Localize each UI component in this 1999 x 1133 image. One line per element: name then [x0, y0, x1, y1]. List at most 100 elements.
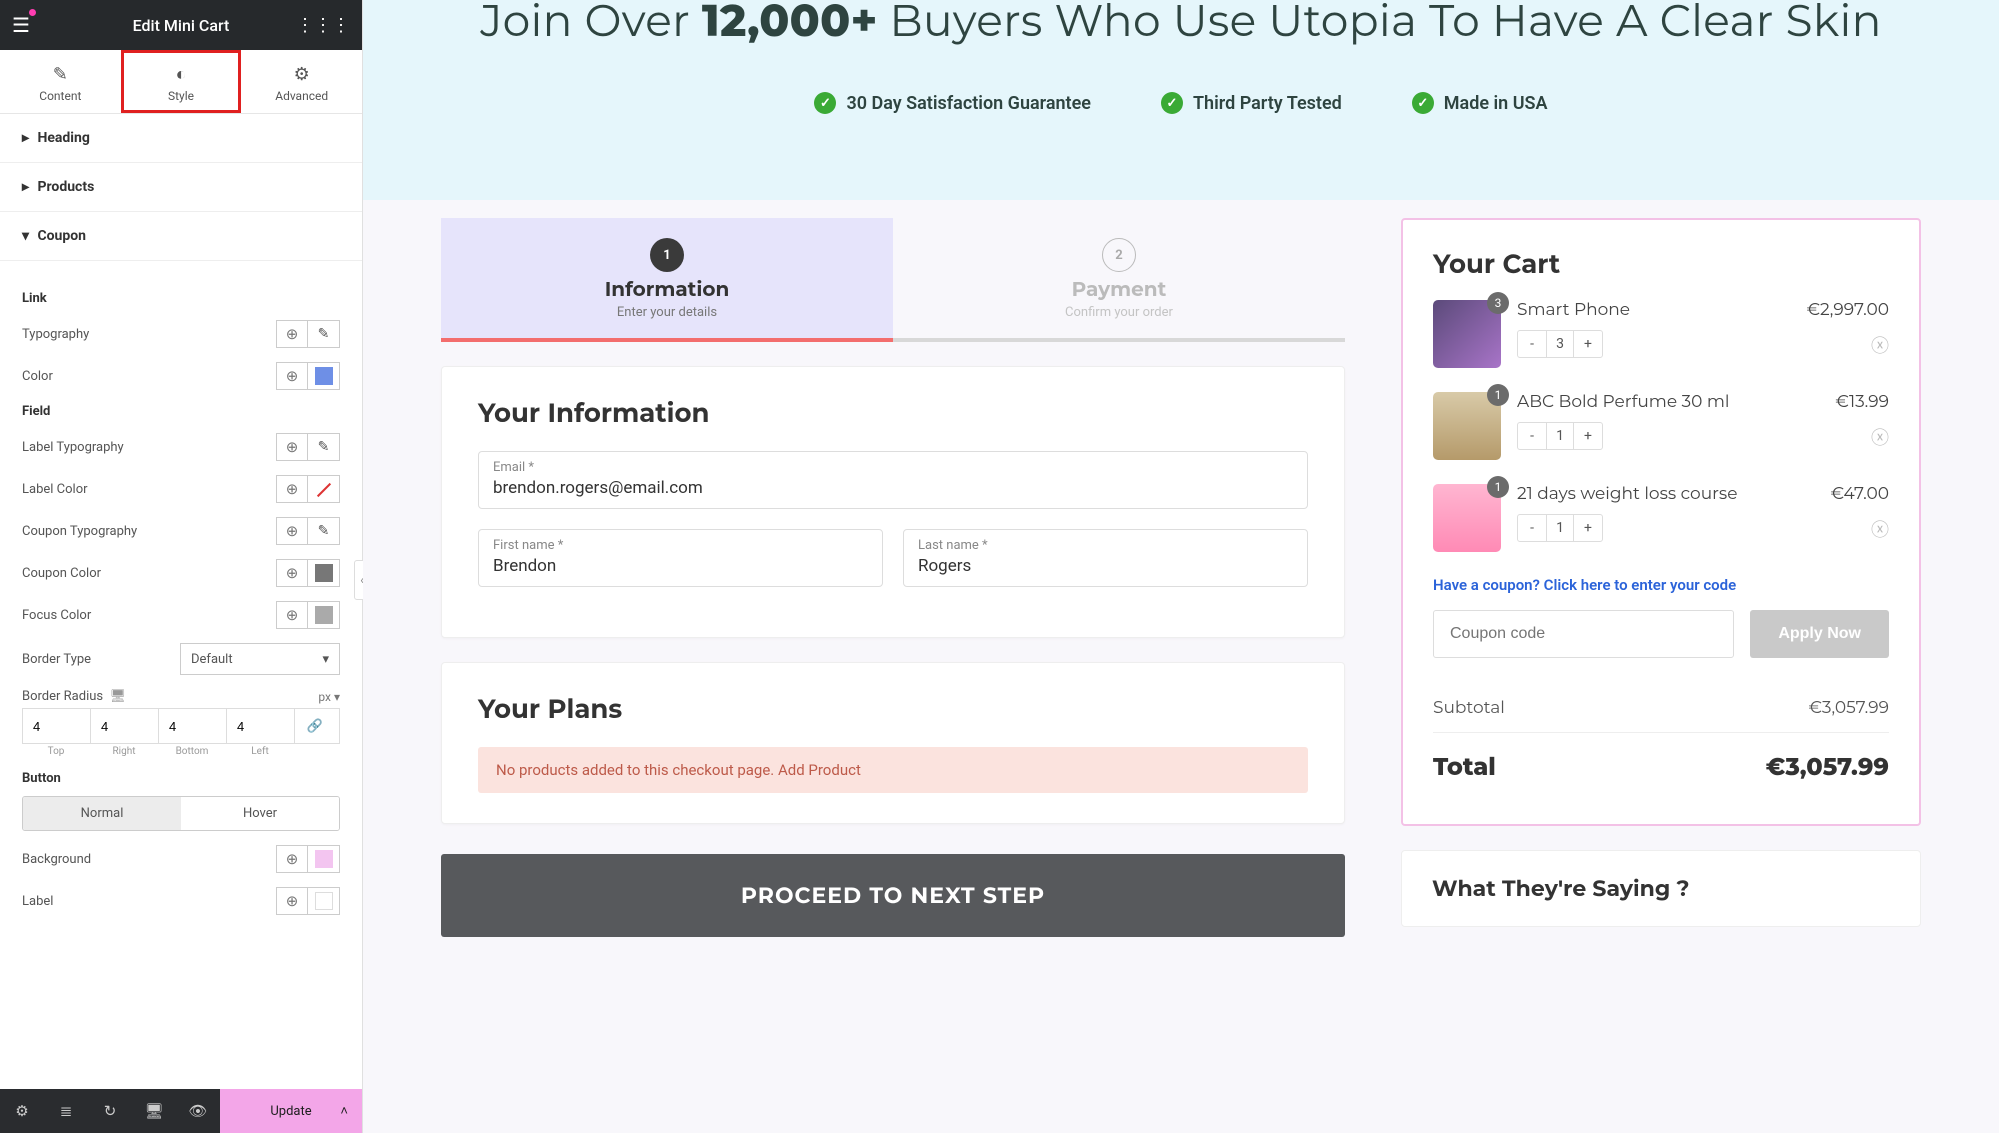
- tab-style[interactable]: ◐ Style: [121, 50, 242, 113]
- qty-minus-button[interactable]: -: [1518, 331, 1546, 357]
- globe-icon[interactable]: [276, 433, 308, 461]
- globe-icon[interactable]: [276, 320, 308, 348]
- globe-icon[interactable]: [276, 601, 308, 629]
- color-picker-button[interactable]: [308, 887, 340, 915]
- qty-badge: 3: [1487, 292, 1509, 314]
- radius-bottom-input[interactable]: [159, 709, 227, 743]
- last-name-field[interactable]: Last name * Rogers: [903, 529, 1308, 587]
- gear-icon: ⚙: [241, 64, 362, 85]
- trust-badges-row: ✓30 Day Satisfaction Guarantee ✓Third Pa…: [403, 92, 1959, 114]
- color-none-button[interactable]: [308, 475, 340, 503]
- preview-icon[interactable]: 👁: [176, 1089, 220, 1133]
- no-products-alert: No products added to this checkout page.…: [478, 747, 1308, 793]
- qty-badge: 1: [1487, 476, 1509, 498]
- border-radius-inputs: 🔗: [22, 708, 340, 744]
- border-type-select[interactable]: Default ▾: [180, 643, 340, 675]
- apps-grid-icon[interactable]: ⋮⋮⋮: [296, 15, 350, 36]
- card-title: Your Plans: [478, 693, 1308, 725]
- navigator-icon[interactable]: ≣: [44, 1089, 88, 1133]
- accordion-coupon[interactable]: Coupon: [0, 212, 362, 261]
- globe-icon[interactable]: [276, 362, 308, 390]
- qty-badge: 1: [1487, 384, 1509, 406]
- remove-item-icon[interactable]: ⓧ: [1871, 516, 1889, 542]
- product-price: €47.00: [1831, 484, 1889, 504]
- add-product-link[interactable]: Add Product: [778, 761, 861, 779]
- edit-typography-button[interactable]: [308, 320, 340, 348]
- proceed-button[interactable]: PROCEED TO NEXT STEP: [441, 854, 1345, 937]
- qty-plus-button[interactable]: +: [1574, 331, 1602, 357]
- testimonials-card: What They're Saying ?: [1401, 850, 1921, 927]
- qty-plus-button[interactable]: +: [1574, 515, 1602, 541]
- state-normal-tab[interactable]: Normal: [23, 797, 181, 830]
- sidebar-bottombar: ⚙ ≣ ↻ 🖥 👁 Update ˄: [0, 1089, 362, 1133]
- checkout-steps: 1 Information Enter your details 2 Payme…: [441, 218, 1345, 342]
- contrast-icon: ◐: [121, 64, 242, 85]
- globe-icon[interactable]: [276, 887, 308, 915]
- coupon-reveal-link[interactable]: Have a coupon? Click here to enter your …: [1433, 576, 1889, 594]
- chevron-up-icon: ˄: [340, 1103, 348, 1119]
- cart-item: 3 Smart Phone - 3 + €2,997.00 ⓧ: [1433, 300, 1889, 368]
- tab-content[interactable]: ✎ Content: [0, 50, 121, 113]
- control-border-type: Border Type Default ▾: [22, 643, 340, 675]
- product-thumbnail: 1: [1433, 484, 1501, 552]
- step-information[interactable]: 1 Information Enter your details: [441, 218, 893, 338]
- qty-minus-button[interactable]: -: [1518, 515, 1546, 541]
- card-title: Your Information: [478, 397, 1308, 429]
- settings-icon[interactable]: ⚙: [0, 1089, 44, 1133]
- your-plans-card: Your Plans No products added to this che…: [441, 662, 1345, 824]
- radius-left-input[interactable]: [227, 709, 295, 743]
- checkout-right: Your Cart 3 Smart Phone - 3 + €2,997.00 …: [1401, 218, 1921, 937]
- remove-item-icon[interactable]: ⓧ: [1871, 424, 1889, 450]
- sidebar-header: ☰ Edit Mini Cart ⋮⋮⋮: [0, 0, 362, 50]
- trust-badge: ✓Made in USA: [1412, 92, 1548, 114]
- tab-advanced[interactable]: ⚙ Advanced: [241, 50, 362, 113]
- trust-badge: ✓Third Party Tested: [1161, 92, 1342, 114]
- editor-sidebar: ☰ Edit Mini Cart ⋮⋮⋮ ✎ Content ◐ Style ⚙…: [0, 0, 363, 1133]
- qty-minus-button[interactable]: -: [1518, 423, 1546, 449]
- hero-section: Join Over 12,000+ Buyers Who Use Utopia …: [363, 0, 1999, 174]
- update-button[interactable]: Update ˄: [220, 1089, 362, 1133]
- remove-item-icon[interactable]: ⓧ: [1871, 332, 1889, 358]
- control-label-color: Label Color: [22, 475, 340, 503]
- mini-cart-widget[interactable]: Your Cart 3 Smart Phone - 3 + €2,997.00 …: [1401, 218, 1921, 826]
- history-icon[interactable]: ↻: [88, 1089, 132, 1133]
- globe-icon[interactable]: [276, 559, 308, 587]
- control-label-typography: Label Typography: [22, 433, 340, 461]
- coupon-input[interactable]: [1433, 610, 1734, 658]
- responsive-icon[interactable]: 🖥: [132, 1089, 176, 1133]
- check-icon: ✓: [1412, 92, 1434, 114]
- edit-typography-button[interactable]: [308, 517, 340, 545]
- apply-coupon-button[interactable]: Apply Now: [1750, 610, 1889, 658]
- color-picker-button[interactable]: [308, 559, 340, 587]
- email-field[interactable]: Email * brendon.rogers@email.com: [478, 451, 1308, 509]
- product-thumbnail: 1: [1433, 392, 1501, 460]
- desktop-icon[interactable]: 🖥: [110, 689, 127, 704]
- radius-right-input[interactable]: [91, 709, 159, 743]
- accordion-heading[interactable]: Heading: [0, 114, 362, 163]
- button-state-toggle: Normal Hover: [22, 796, 340, 831]
- color-picker-button[interactable]: [308, 845, 340, 873]
- control-button-label: Label: [22, 887, 340, 915]
- coupon-row: Apply Now: [1433, 610, 1889, 658]
- link-values-icon[interactable]: 🔗: [295, 709, 335, 743]
- product-thumbnail: 3: [1433, 300, 1501, 368]
- state-hover-tab[interactable]: Hover: [181, 797, 339, 830]
- color-picker-button[interactable]: [308, 362, 340, 390]
- product-price: €2,997.00: [1807, 300, 1889, 320]
- globe-icon[interactable]: [276, 517, 308, 545]
- accordion-products[interactable]: Products: [0, 163, 362, 212]
- edit-typography-button[interactable]: [308, 433, 340, 461]
- qty-plus-button[interactable]: +: [1574, 423, 1602, 449]
- first-name-field[interactable]: First name * Brendon: [478, 529, 883, 587]
- control-button-background: Background: [22, 845, 340, 873]
- control-coupon-typography: Coupon Typography: [22, 517, 340, 545]
- hamburger-icon[interactable]: ☰: [12, 13, 30, 37]
- field-subsection-title: Field: [22, 404, 340, 419]
- chevron-down-icon[interactable]: ▾: [334, 690, 340, 704]
- globe-icon[interactable]: [276, 475, 308, 503]
- color-picker-button[interactable]: [308, 601, 340, 629]
- preview-canvas: Join Over 12,000+ Buyers Who Use Utopia …: [363, 0, 1999, 1133]
- radius-top-input[interactable]: [23, 709, 91, 743]
- globe-icon[interactable]: [276, 845, 308, 873]
- step-payment[interactable]: 2 Payment Confirm your order: [893, 218, 1345, 338]
